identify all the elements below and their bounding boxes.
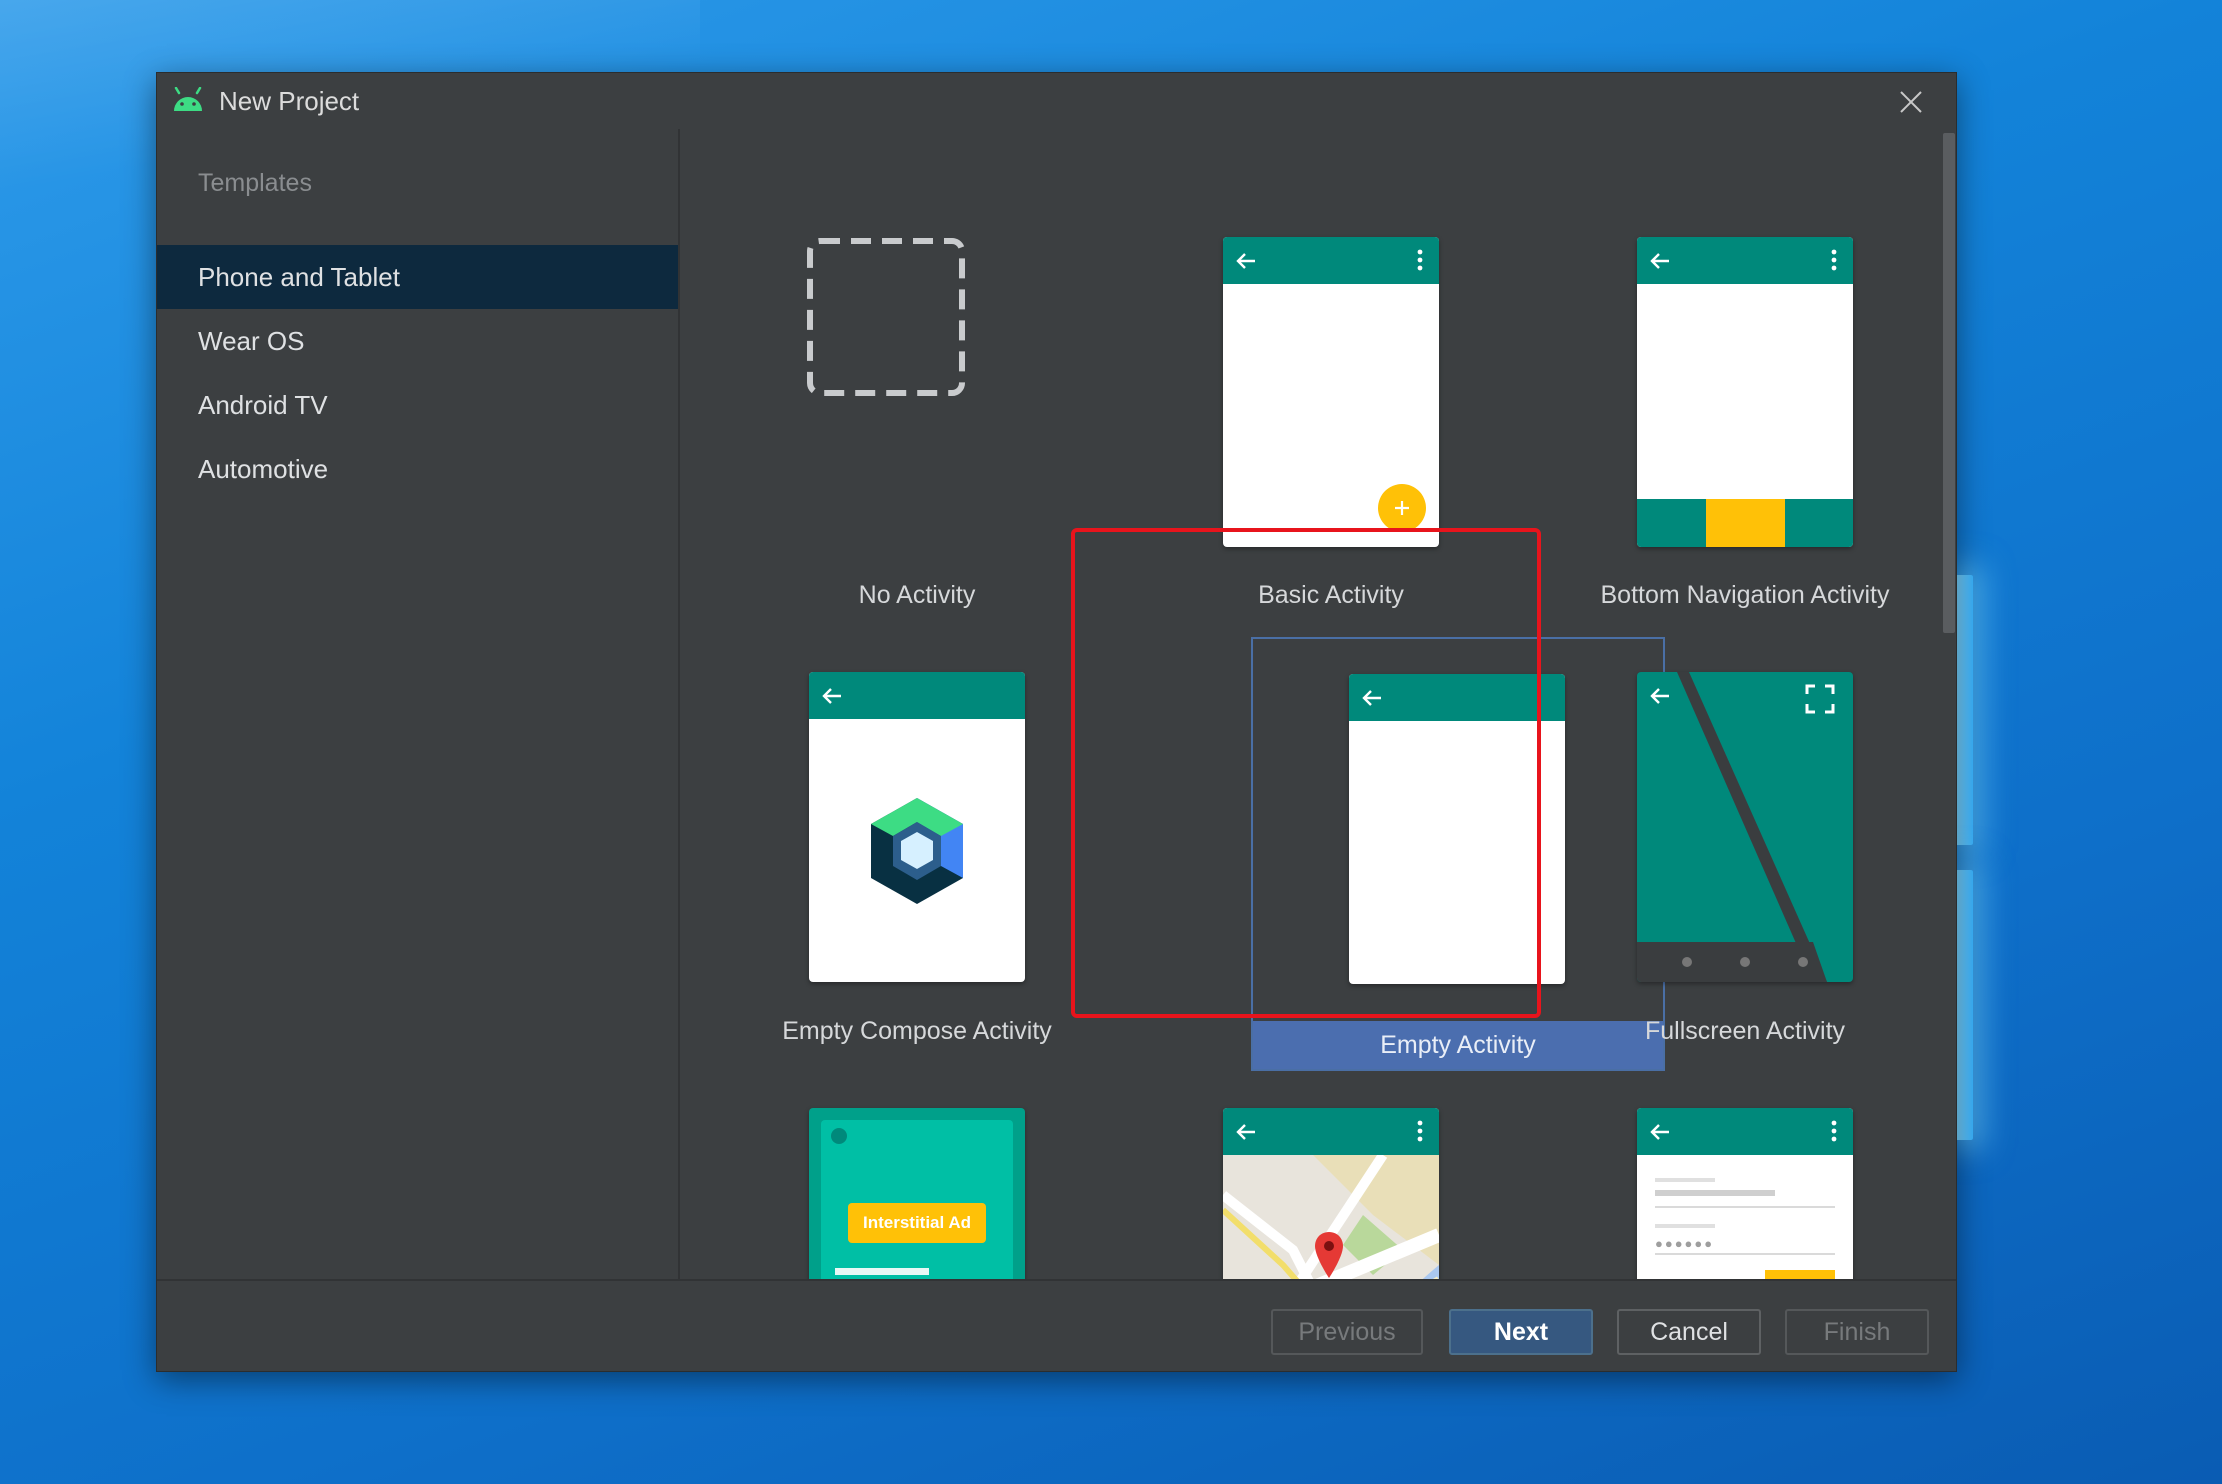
template-no-activity[interactable]: No Activity — [752, 139, 1082, 609]
empty-compose-preview — [809, 672, 1025, 982]
overflow-menu-icon — [1417, 1120, 1423, 1142]
dialog-footer: Previous Next Cancel Finish — [157, 1279, 1956, 1373]
jetpack-compose-logo-icon — [871, 798, 963, 904]
fullscreen-expand-icon — [1805, 684, 1835, 714]
bottom-nav-bar — [1637, 499, 1853, 547]
sidebar-item-wear-os[interactable]: Wear OS — [157, 309, 678, 373]
input-underline — [1655, 1206, 1835, 1208]
template-login-activity[interactable]: ●●●●●● — [1580, 1009, 1910, 1279]
next-button[interactable]: Next — [1449, 1309, 1593, 1355]
interstitial-dot — [831, 1128, 847, 1144]
maps-activity-preview — [1223, 1108, 1439, 1279]
app-bar — [809, 672, 1025, 719]
back-arrow-icon — [1236, 253, 1255, 269]
close-icon[interactable] — [1898, 89, 1924, 115]
sidebar-header: Templates — [198, 169, 312, 197]
templates-sidebar: Templates Phone and Tablet Wear OS Andro… — [157, 129, 680, 1279]
back-arrow-icon — [1650, 253, 1669, 269]
interstitial-ad-badge: Interstitial Ad — [848, 1203, 986, 1243]
red-highlight-annotation — [1071, 528, 1541, 1018]
placeholder-line — [835, 1268, 929, 1275]
sidebar-item-automotive[interactable]: Automotive — [157, 437, 678, 501]
app-bar — [1223, 237, 1439, 284]
app-bar — [1223, 1108, 1439, 1155]
android-icon — [174, 87, 202, 111]
placeholder-line — [1655, 1190, 1775, 1196]
template-fullscreen-activity[interactable]: Fullscreen Activity — [1580, 575, 1910, 1045]
login-activity-preview: ●●●●●● — [1637, 1108, 1853, 1279]
gallery-scrollbar[interactable] — [1940, 129, 1958, 1279]
login-button-preview — [1765, 1270, 1835, 1279]
previous-button[interactable]: Previous — [1271, 1309, 1423, 1355]
dialog-title: New Project — [219, 86, 360, 116]
placeholder-line — [1655, 1224, 1715, 1228]
back-arrow-icon — [1650, 688, 1669, 704]
overflow-menu-icon — [1831, 249, 1837, 271]
fullscreen-preview — [1637, 672, 1853, 982]
template-empty-compose-activity[interactable]: Empty Compose Activity — [752, 575, 1082, 1045]
map-pin-icon — [1315, 1232, 1343, 1278]
input-underline — [1655, 1253, 1835, 1255]
overflow-menu-icon — [1417, 249, 1423, 271]
password-dots: ●●●●●● — [1655, 1236, 1715, 1251]
interstitial-card — [821, 1120, 1013, 1279]
overflow-menu-icon — [1831, 1120, 1837, 1142]
title-bar: New Project — [157, 73, 1956, 129]
fab-plus-icon — [1378, 484, 1426, 532]
back-arrow-icon — [822, 688, 841, 704]
finish-button[interactable]: Finish — [1785, 1309, 1929, 1355]
app-bar — [1637, 237, 1853, 284]
back-arrow-icon — [1650, 1124, 1669, 1140]
template-bottom-navigation-activity[interactable]: Bottom Navigation Activity — [1580, 139, 1910, 609]
placeholder-line — [1655, 1178, 1715, 1182]
sidebar-item-android-tv[interactable]: Android TV — [157, 373, 678, 437]
sidebar-item-phone-and-tablet[interactable]: Phone and Tablet — [157, 245, 678, 309]
new-project-dialog: New Project Templates Phone and Tablet W… — [156, 72, 1957, 1372]
cancel-button[interactable]: Cancel — [1617, 1309, 1761, 1355]
app-bar — [1637, 1108, 1853, 1155]
fullscreen-diagonal-art — [1637, 672, 1853, 982]
interstitial-ad-preview: Interstitial Ad — [809, 1108, 1025, 1279]
template-interstitial-ad[interactable]: Interstitial Ad — [752, 1009, 1082, 1279]
template-basic-activity[interactable]: Basic Activity — [1166, 139, 1496, 609]
scrollbar-thumb[interactable] — [1943, 133, 1955, 633]
back-arrow-icon — [1236, 1124, 1255, 1140]
bottom-nav-active-item — [1706, 499, 1785, 547]
no-activity-placeholder-icon — [807, 238, 965, 396]
template-google-maps-activity[interactable] — [1166, 1009, 1496, 1279]
basic-activity-preview — [1223, 237, 1439, 547]
bottom-navigation-preview — [1637, 237, 1853, 547]
